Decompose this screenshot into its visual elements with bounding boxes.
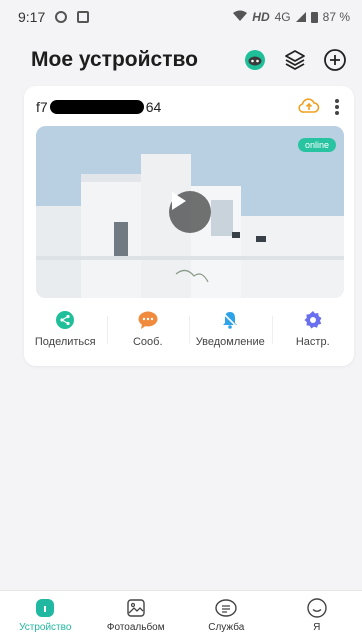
profile-icon [307, 598, 327, 618]
kebab-dot [335, 99, 339, 103]
home-icon [36, 599, 55, 617]
bell-icon [222, 312, 238, 329]
album-icon [127, 599, 145, 617]
status-bar: 9:17 HD 4G 87 % [0, 0, 362, 34]
service-icon [215, 599, 237, 617]
more-options-button[interactable] [330, 96, 344, 118]
share-icon [56, 311, 75, 329]
battery-level: 87 % [322, 10, 350, 24]
wifi-icon [233, 10, 248, 24]
cloud-upload-icon [298, 97, 320, 113]
tab-service[interactable]: Служба [181, 591, 272, 639]
camera-preview[interactable]: online [36, 126, 344, 298]
notification-label: Уведомление [195, 336, 265, 348]
messages-label: Сооб. [132, 336, 163, 348]
share-label: Поделиться [34, 336, 96, 348]
gear-icon [304, 311, 322, 329]
play-button[interactable] [169, 191, 211, 233]
quick-actions: Поделиться Сооб. Уведомление Настр. [24, 306, 354, 358]
device-name: f7 64 [36, 99, 161, 115]
message-icon [138, 311, 158, 329]
play-icon [172, 192, 186, 210]
kebab-dot [335, 105, 339, 109]
tab-device-label: Устройство [19, 622, 72, 633]
online-status-badge: online [297, 138, 336, 152]
device-name-prefix: f7 [36, 99, 48, 115]
status-time: 9:17 [18, 9, 46, 25]
layers-icon [285, 50, 305, 70]
page-title: Мое устройство [31, 48, 198, 71]
settings-label: Настр. [295, 336, 330, 348]
support-chat-button[interactable] [242, 47, 268, 73]
share-action[interactable]: Поделиться [24, 306, 107, 358]
device-card[interactable]: f7 64 online Поделиться Сооб. Уведомлени… [24, 86, 354, 366]
tab-profile-label: Я [313, 622, 321, 633]
messages-action[interactable]: Сооб. [106, 306, 190, 358]
settings-action[interactable]: Настр. [271, 306, 355, 358]
redaction-mark [49, 100, 144, 114]
signal-icon [295, 12, 306, 22]
device-name-suffix: 64 [145, 99, 162, 115]
tab-profile[interactable]: Я [272, 591, 362, 639]
app-header: Мое устройство [0, 38, 362, 82]
app-notification-icon [77, 11, 90, 23]
cloud-upload-button[interactable] [298, 96, 320, 119]
plus-circle-icon [324, 49, 346, 71]
layers-button[interactable] [282, 47, 308, 73]
notification-action[interactable]: Уведомление [189, 306, 272, 358]
bottom-tab-bar: Устройство Фотоальбом Служба Я [0, 590, 362, 639]
kebab-dot [335, 111, 339, 115]
battery-icon [310, 11, 318, 23]
tab-photo-album[interactable]: Фотоальбом [91, 591, 182, 639]
tab-service-label: Служба [208, 622, 245, 633]
signal-label: 4G [274, 10, 291, 24]
headset-robot-icon [245, 50, 265, 70]
tab-photo-album-label: Фотоальбом [106, 622, 165, 633]
tab-device[interactable]: Устройство [0, 591, 91, 639]
network-label: HD [252, 10, 270, 24]
add-device-button[interactable] [322, 47, 348, 73]
notification-icon [55, 11, 68, 23]
